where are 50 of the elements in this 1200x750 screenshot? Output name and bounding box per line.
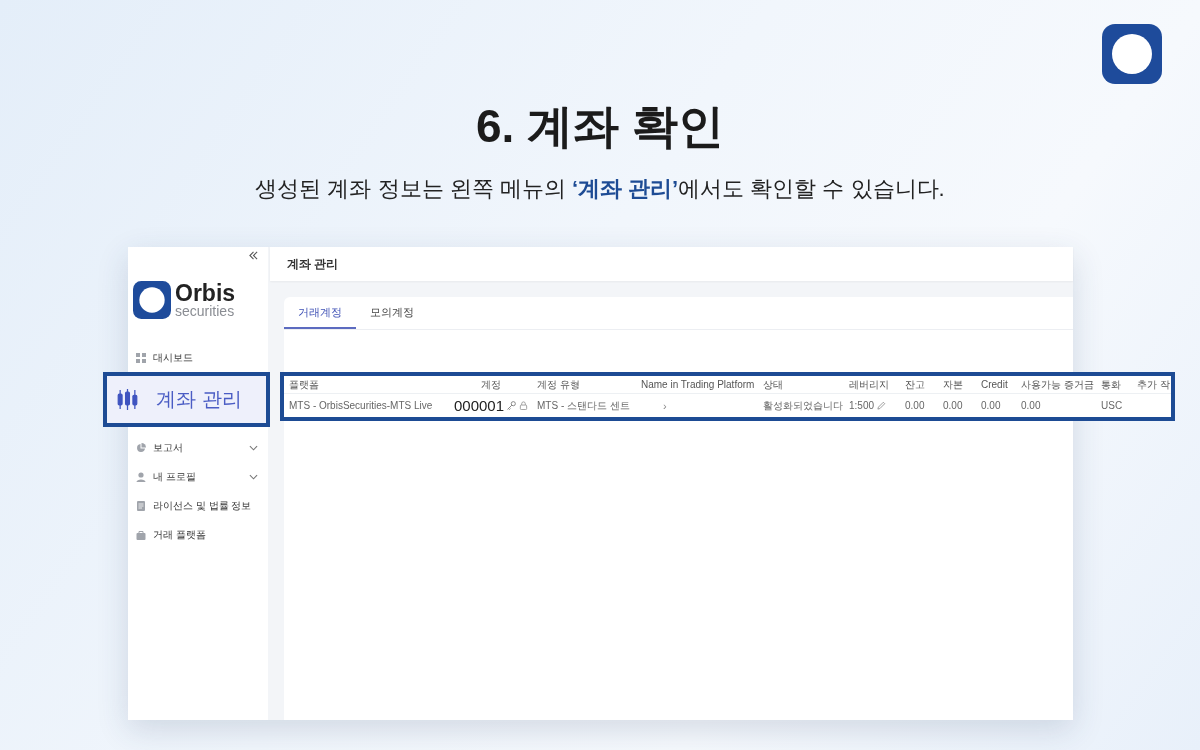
column-header: Name in Trading Platform (641, 378, 756, 391)
sidebar-item[interactable]: 거래 플랫폼 (128, 520, 268, 549)
chevron-down-icon[interactable] (249, 473, 258, 480)
page-heading: 6. 계좌 확인 (476, 99, 724, 154)
column-header: 통화 (1101, 378, 1122, 391)
subtitle: 생성된 계좌 정보는 왼쪽 메뉴의 ‘계좌 관리’에서도 확인할 수 있습니다. (255, 175, 945, 203)
document-icon (136, 500, 146, 511)
logo-icon (1102, 24, 1162, 84)
column-header: 플랫폼 (289, 378, 320, 391)
column-header: 자본 (943, 378, 964, 391)
table-cell-text: MTS - 스탠다드 센트 (537, 399, 631, 412)
column-header: 레버리지 (849, 378, 890, 391)
pie-chart-icon (136, 442, 146, 453)
table-cell-text: 활성화되었습니다 (763, 399, 844, 412)
key-icon[interactable] (507, 401, 517, 410)
column-header: 상태 (763, 378, 784, 391)
column-header: 사용가능 증거금 (1021, 378, 1095, 391)
table-cell-text: MTS - OrbisSecurities-MTS Live (289, 399, 434, 412)
pencil-icon[interactable] (877, 401, 887, 410)
logo-icon (133, 281, 171, 319)
lock-icon[interactable] (519, 401, 529, 410)
brand-name: Orbis (175, 282, 236, 304)
sidebar-item[interactable]: 계좌 관리 (103, 372, 270, 427)
table-cell: 1:500 (849, 399, 875, 412)
sidebar-item[interactable]: 대시보드 (128, 343, 268, 372)
sidebar-item[interactable]: 보고서 (128, 433, 268, 462)
tab[interactable]: 모의계정 (356, 297, 428, 329)
row-expander[interactable]: › (641, 399, 667, 412)
column-header: 계정 (480, 378, 502, 391)
table-cell-text: 0.00 (905, 399, 926, 412)
table-cell-text: USC (1101, 399, 1124, 412)
column-header: Credit (981, 378, 1009, 391)
sidebar-item[interactable]: 내 프로필 (128, 462, 268, 491)
account-number: 000001 (453, 397, 505, 414)
page-title: 계좌 관리 (287, 255, 339, 273)
person-icon (136, 471, 146, 482)
bag-icon (136, 529, 146, 540)
brand-tagline: securities (175, 304, 235, 318)
collapse-icon[interactable] (249, 251, 258, 260)
chevron-down-icon[interactable] (249, 444, 258, 451)
column-header: 추가 작 (1137, 378, 1171, 391)
table-cell-text: 0.00 (943, 399, 964, 412)
table-cell-text: 0.00 (1021, 399, 1042, 412)
column-header: 계정 유형 (537, 378, 581, 391)
candlestick-icon (117, 389, 138, 410)
tab[interactable]: 거래계정 (284, 297, 356, 329)
column-header: 잔고 (905, 378, 926, 391)
sidebar-item[interactable]: 라이선스 및 법률 정보 (128, 491, 268, 520)
table-cell-text: 0.00 (981, 399, 1002, 412)
grid-icon (136, 352, 146, 363)
